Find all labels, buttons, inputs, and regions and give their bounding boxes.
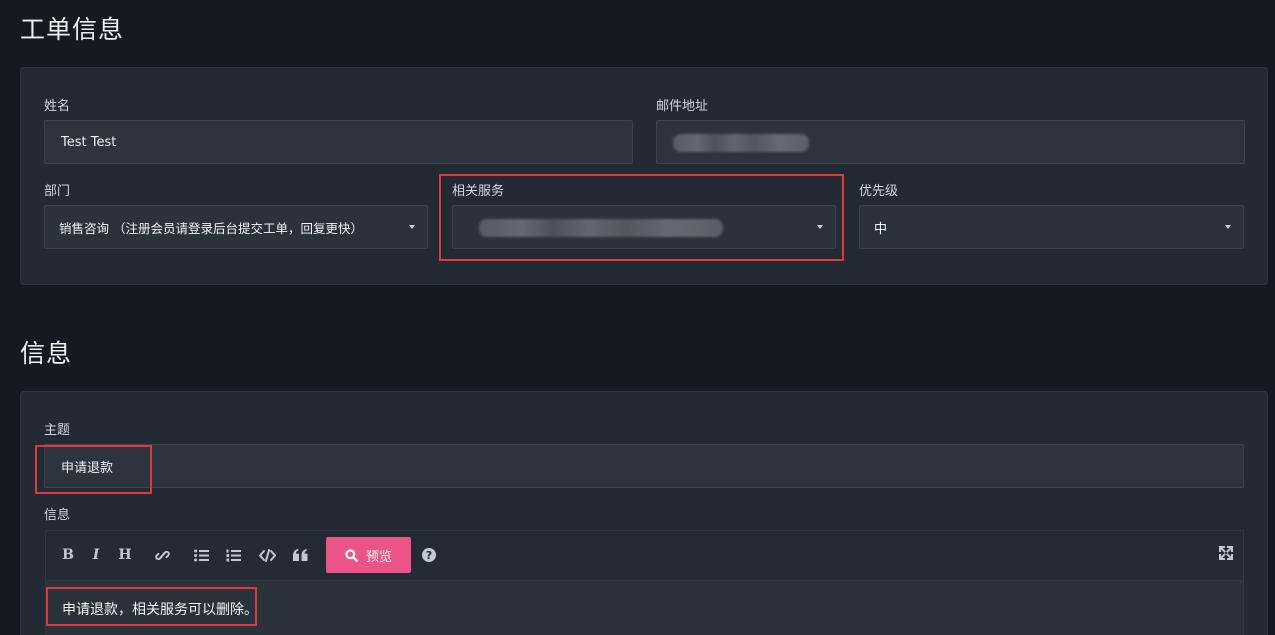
caret-down-icon [409, 225, 415, 229]
email-redacted [673, 134, 809, 152]
department-label: 部门 [44, 184, 71, 199]
email-field[interactable] [656, 120, 1245, 164]
fullscreen-icon[interactable] [1216, 543, 1236, 563]
help-icon[interactable]: ? [419, 545, 439, 565]
email-label: 邮件地址 [656, 99, 709, 114]
unordered-list-icon[interactable] [191, 545, 211, 565]
subject-label: 主题 [44, 423, 71, 438]
quote-icon[interactable] [290, 545, 310, 565]
priority-value: 中 [874, 221, 888, 237]
preview-button[interactable]: 预览 [326, 537, 411, 573]
message-label: 信息 [44, 508, 71, 523]
caret-down-icon [817, 225, 823, 229]
editor-toolbar: B I H 预览 ? [45, 530, 1244, 580]
priority-label: 优先级 [859, 184, 899, 199]
ticket-info-title: 工单信息 [20, 15, 125, 44]
caret-down-icon [1225, 225, 1231, 229]
subject-value: 申请退款 [61, 460, 114, 476]
bold-icon[interactable]: B [58, 545, 78, 565]
message-editor[interactable]: 申请退款，相关服务可以删除。 [45, 580, 1244, 635]
ordered-list-icon[interactable] [223, 545, 243, 565]
message-section-title: 信息 [20, 339, 73, 368]
related-service-label: 相关服务 [452, 184, 505, 199]
preview-label: 预览 [365, 549, 392, 565]
name-field[interactable]: Test Test [44, 120, 633, 164]
ticket-info-card: 姓名 Test Test 邮件地址 部门 销售咨询 （注册会员请登录后台提交工单… [20, 67, 1268, 285]
code-icon[interactable] [257, 545, 277, 565]
name-label: 姓名 [44, 99, 71, 114]
priority-select[interactable]: 中 [859, 205, 1244, 249]
message-card: 主题 申请退款 信息 B I H 预览 ? 申请退款，相关服务可以删除。 [20, 391, 1268, 635]
link-icon[interactable] [152, 545, 172, 565]
department-value: 销售咨询 （注册会员请登录后台提交工单，回复更快） [59, 220, 363, 236]
related-service-select[interactable] [452, 205, 836, 249]
heading-icon[interactable]: H [115, 545, 135, 565]
related-service-redacted [479, 219, 723, 237]
search-icon [345, 548, 358, 562]
department-select[interactable]: 销售咨询 （注册会员请登录后台提交工单，回复更快） [44, 205, 428, 249]
message-text: 申请退款，相关服务可以删除。 [62, 602, 258, 618]
italic-icon[interactable]: I [86, 545, 106, 565]
name-value: Test Test [61, 134, 117, 150]
subject-field[interactable]: 申请退款 [44, 444, 1244, 488]
